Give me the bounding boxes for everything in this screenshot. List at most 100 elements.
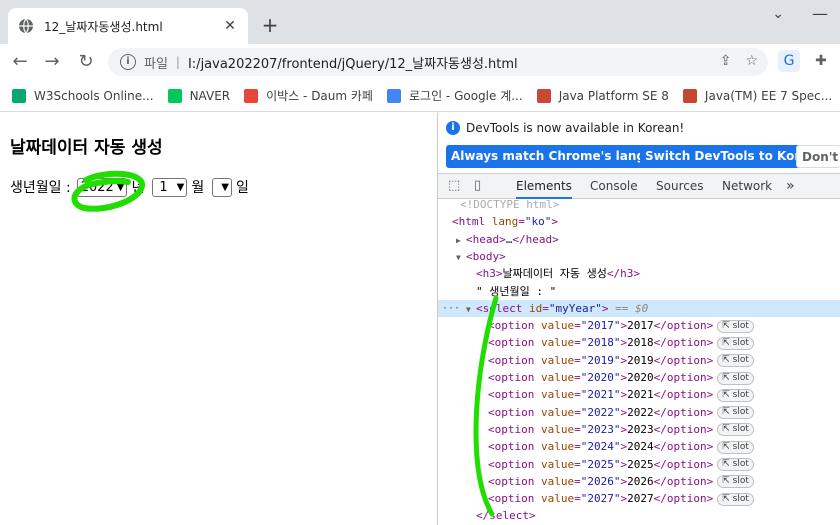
slot-badge[interactable]: ⇱ slot: [717, 406, 754, 420]
option-value: 2018: [587, 336, 614, 350]
chevron-down-icon: ▼: [116, 181, 125, 193]
google-translate-icon[interactable]: G: [778, 50, 800, 72]
day-select[interactable]: ▼: [212, 177, 232, 197]
tab-search-chevron-icon[interactable]: ⌄: [772, 6, 784, 22]
option-text: 2020: [627, 371, 654, 384]
collapse-arrow-icon[interactable]: ▼: [456, 249, 466, 266]
share-icon[interactable]: ⇪: [720, 53, 732, 69]
bookmark-item[interactable]: NAVER: [167, 88, 231, 103]
inspect-element-icon[interactable]: ⬚: [448, 178, 464, 194]
slot-label: slot: [732, 441, 749, 452]
slot-label: slot: [732, 476, 749, 487]
dom-doctype[interactable]: <!DOCTYPE html>: [438, 200, 840, 213]
dom-option[interactable]: <option value="2020">2020</option> ⇱ slot: [438, 369, 840, 386]
option-text: 2025: [627, 457, 654, 471]
dom-option[interactable]: <option value="2025">2025</option> ⇱ slot: [438, 456, 840, 473]
bookmark-item[interactable]: Java Platform SE 8: [536, 88, 669, 103]
omnibox-actions: ⇪ ☆: [720, 53, 758, 69]
bookmark-item[interactable]: Java(TM) EE 7 Spec...: [682, 88, 833, 103]
tab-close-icon[interactable]: ✕: [222, 18, 238, 34]
dom-option[interactable]: <option value="2026">2026</option> ⇱ slot: [438, 473, 840, 490]
globe-icon: [19, 18, 33, 34]
dont-show-again-button[interactable]: Don't s: [796, 145, 840, 168]
bookmark-item[interactable]: 로그인 - Google 계...: [386, 87, 523, 104]
more-dots-icon[interactable]: ···: [442, 300, 460, 317]
expand-arrow-icon[interactable]: ▶: [456, 232, 466, 249]
option-value: 2022: [587, 405, 614, 419]
bookmark-item[interactable]: 이박스 - Daum 카페: [244, 87, 373, 104]
devtools-info-message: i DevTools is now available in Korean!: [446, 121, 684, 135]
slot-label: slot: [732, 459, 749, 469]
bookmark-star-icon[interactable]: ☆: [745, 53, 758, 69]
back-arrow-icon[interactable]: ←: [8, 50, 32, 74]
dom-head[interactable]: ▶ <head>…</head>: [438, 231, 840, 248]
minimize-icon[interactable]: —: [812, 4, 828, 23]
bookmark-label: W3Schools Online...: [34, 88, 154, 103]
info-icon: i: [446, 121, 460, 135]
slot-badge[interactable]: ⇱ slot: [717, 336, 754, 350]
doctype-text: <!DOCTYPE html>: [460, 200, 560, 211]
dom-option[interactable]: <option value="2022">2022</option> ⇱ slot: [438, 404, 840, 421]
slot-badge[interactable]: ⇱ slot: [717, 458, 754, 471]
new-tab-button[interactable]: +: [258, 14, 282, 38]
dom-option[interactable]: <option value="2021">2021</option> ⇱ slot: [438, 386, 840, 403]
devtools-tabs: ⬚ ▯ Elements Console Sources Network »: [438, 173, 840, 199]
more-tabs-icon[interactable]: »: [786, 174, 795, 199]
dom-option[interactable]: <option value="2019">2019</option> ⇱ slot: [438, 352, 840, 369]
dom-body[interactable]: ▼ <body>: [438, 248, 840, 265]
slot-badge[interactable]: ⇱ slot: [717, 371, 754, 385]
dom-select-close[interactable]: </select>: [438, 507, 840, 524]
bookmark-label: Java(TM) EE 7 Spec...: [704, 88, 833, 103]
dom-option[interactable]: <option value="2027">2027</option> ⇱ slot: [438, 490, 840, 507]
w3schools-icon: [12, 88, 26, 103]
tab-bar: 12_날짜자동생성.html ✕ + ⌄ —: [0, 0, 840, 44]
bookmark-item[interactable]: W3Schools Online...: [12, 88, 154, 103]
forward-arrow-icon[interactable]: →: [40, 50, 64, 74]
dom-html[interactable]: <html lang="ko">: [438, 213, 840, 230]
address-bar[interactable]: i 파일 | I:/java202207/frontend/jQuery/12_…: [108, 48, 768, 76]
reload-icon[interactable]: ↻: [74, 50, 98, 74]
tab-sources[interactable]: Sources: [656, 174, 703, 199]
option-value: 2025: [587, 457, 614, 471]
address-scheme-label: 파일: [144, 56, 168, 72]
dom-option[interactable]: <option value="2023">2023</option> ⇱ slot: [438, 421, 840, 438]
page-content: 날짜데이터 자동 생성 생년월일 : 2022 ▼ 년 1 ▼ 월 ▼ 일: [0, 113, 437, 525]
oracle-icon: [536, 88, 551, 103]
tab-console[interactable]: Console: [590, 174, 638, 199]
browser-toolbar: ← → ↻ i 파일 | I:/java202207/frontend/jQue…: [0, 44, 840, 80]
dom-h3[interactable]: <h3>날짜데이터 자동 생성</h3>: [438, 265, 840, 282]
year-select[interactable]: 2022 ▼: [76, 177, 128, 197]
month-select[interactable]: 1 ▼: [152, 177, 188, 197]
devtools-panel: i DevTools is now available in Korean! A…: [437, 113, 840, 525]
dom-option[interactable]: <option value="2024">2024</option> ⇱ slot: [438, 438, 840, 455]
text-node: " 생년월일 : ": [476, 284, 557, 298]
bookmark-label: NAVER: [189, 88, 231, 103]
slot-badge[interactable]: ⇱ slot: [717, 440, 754, 454]
slot-badge[interactable]: ⇱ slot: [717, 475, 754, 489]
birthdate-form: 생년월일 : 2022 ▼ 년 1 ▼ 월 ▼ 일: [10, 177, 249, 197]
dom-select[interactable]: ··· ▼ <select id="myYear"> == $0: [438, 299, 840, 318]
device-toolbar-icon[interactable]: ▯: [474, 178, 490, 194]
dom-text-node[interactable]: " 생년월일 : ": [438, 283, 840, 300]
slot-badge[interactable]: ⇱ slot: [717, 319, 754, 333]
address-url[interactable]: I:/java202207/frontend/jQuery/12_날짜자동생성.…: [188, 53, 518, 72]
month-suffix: 월: [191, 180, 205, 196]
slot-badge[interactable]: ⇱ slot: [717, 354, 754, 368]
page-heading: 날짜데이터 자동 생성: [10, 138, 163, 158]
slot-badge[interactable]: ⇱ slot: [717, 388, 754, 402]
daum-cafe-icon: [244, 88, 259, 103]
collapse-arrow-icon[interactable]: ▼: [466, 301, 476, 318]
extensions-puzzle-icon[interactable]: ✚: [810, 50, 832, 72]
year-select-value: 2022: [80, 179, 114, 195]
slot-badge[interactable]: ⇱ slot: [717, 423, 754, 437]
slot-badge[interactable]: ⇱ slot: [717, 492, 754, 506]
dom-option[interactable]: <option value="2017">2017</option> ⇱ slot: [438, 317, 840, 334]
google-icon: [386, 88, 401, 103]
browser-tab[interactable]: 12_날짜자동생성.html ✕: [8, 8, 248, 44]
day-suffix: 일: [235, 180, 249, 196]
tab-elements[interactable]: Elements: [516, 174, 572, 199]
dom-option[interactable]: <option value="2018">2018</option> ⇱ slot: [438, 334, 840, 351]
option-text: 2018: [627, 336, 654, 350]
info-icon[interactable]: i: [120, 54, 136, 70]
tab-network[interactable]: Network: [722, 174, 772, 199]
